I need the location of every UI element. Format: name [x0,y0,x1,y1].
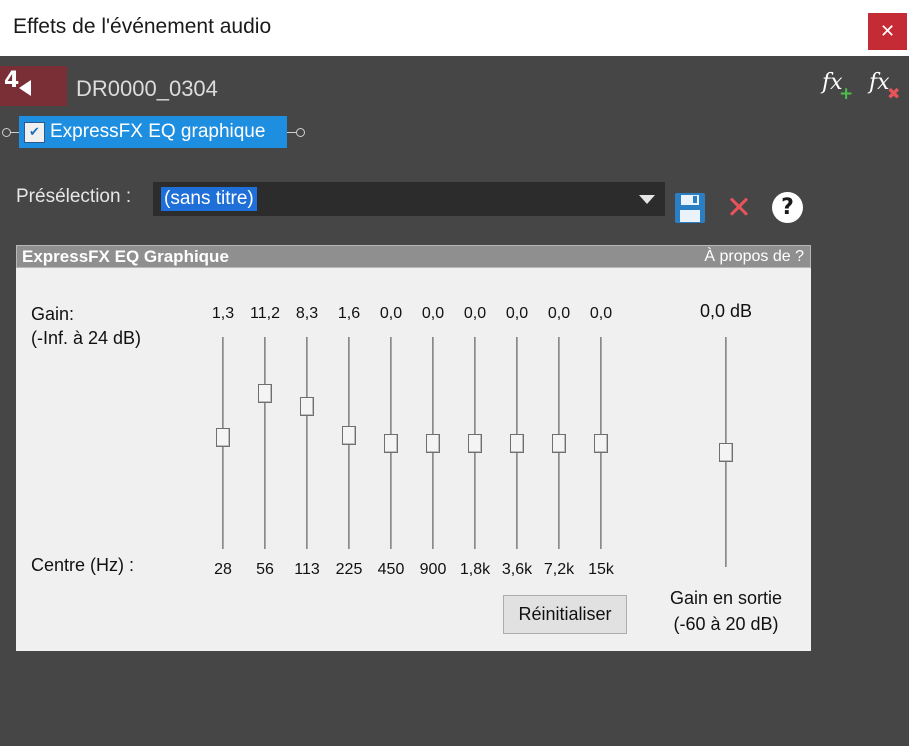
add-fx-button[interactable]: fx + [822,70,854,104]
plugin-label: ExpressFX EQ graphique [50,121,266,142]
plugin-chain: ✔ ExpressFX EQ graphique [0,116,909,150]
speaker-icon [19,80,31,96]
chain-line [287,132,296,133]
event-name: DR0000_0304 [76,76,218,101]
eq-band: 0,0 3,6k [495,305,539,585]
window-title: Effets de l'événement audio [13,15,272,38]
event-header: 4 DR0000_0304 fx + fx ✖ [0,66,909,110]
output-gain-slider-thumb[interactable] [719,442,733,462]
event-number-glyph: 4 [4,68,20,93]
chevron-down-icon [639,195,655,204]
floppy-disk-icon [675,193,705,223]
output-gain-label-line1: Gain en sortie [669,588,783,608]
band-slider-thumb[interactable] [594,433,608,453]
reset-button[interactable]: Réinitialiser [503,595,627,634]
audio-event-icon[interactable]: 4 [0,66,67,106]
band-slider-thumb[interactable] [510,433,524,453]
band-gain-value: 8,3 [295,305,319,322]
help-icon: ? [772,192,803,223]
title-bar: Effets de l'événement audio ✕ [0,0,909,56]
band-gain-value: 0,0 [421,305,445,322]
band-slider-thumb[interactable] [552,433,566,453]
close-button[interactable]: ✕ [868,13,907,50]
band-frequency-label: 15k [588,561,614,578]
band-slider-thumb[interactable] [342,426,356,446]
band-gain-value: 1,6 [337,305,361,322]
save-preset-button[interactable] [673,191,707,225]
panel-header: ExpressFX EQ Graphique À propos de ? [16,245,811,268]
band-gain-value: 0,0 [589,305,613,322]
eq-panel: ExpressFX EQ Graphique À propos de ? Gai… [16,245,811,651]
band-gain-value: 0,0 [505,305,529,322]
delete-x-icon: ✕ [726,190,752,226]
gain-label-line2: (-Inf. à 24 dB) [31,328,142,348]
output-gain-value: 0,0 dB [699,301,753,321]
panel-title: ExpressFX EQ Graphique [22,247,229,266]
output-gain-label-line2: (-60 à 20 dB) [673,614,779,634]
band-gain-value: 11,2 [250,305,280,322]
band-slider-thumb[interactable] [468,433,482,453]
eq-band: 0,0 900 [411,305,455,585]
band-gain-value: 0,0 [463,305,487,322]
eq-band: 8,3 113 [285,305,329,585]
about-link[interactable]: À propos de ? [704,248,804,266]
band-slider-thumb[interactable] [426,433,440,453]
eq-band: 0,0 1,8k [453,305,497,585]
eq-band: 1,3 28 [201,305,245,585]
eq-band: 0,0 450 [369,305,413,585]
remove-x-icon: ✖ [887,84,901,103]
band-gain-value: 1,3 [211,305,235,322]
gain-label: Gain: (-Inf. à 24 dB) [31,302,141,350]
plus-icon: + [839,84,854,104]
chain-start-node-icon [2,128,11,137]
eq-band: 0,0 7,2k [537,305,581,585]
chain-end-node-icon [296,128,305,137]
help-button[interactable]: ? [771,191,805,225]
band-slider-track[interactable] [264,337,266,549]
eq-band: 0,0 15k [579,305,623,585]
delete-preset-button[interactable]: ✕ [722,191,756,225]
band-slider-track[interactable] [306,337,308,549]
preset-dropdown[interactable]: (sans titre) [153,182,665,216]
band-slider-thumb[interactable] [300,396,314,416]
eq-band: 11,2 56 [243,305,287,585]
chain-line [11,132,19,133]
preset-label: Présélection : [16,186,132,207]
band-slider-thumb[interactable] [216,427,230,447]
center-frequency-label: Centre (Hz) : [31,555,135,575]
band-slider-thumb[interactable] [384,433,398,453]
band-gain-value: 0,0 [379,305,403,322]
plugin-chip-expressfx-eq[interactable]: ✔ ExpressFX EQ graphique [19,116,287,148]
band-gain-value: 0,0 [547,305,571,322]
band-slider-thumb[interactable] [258,384,272,404]
preset-value: (sans titre) [161,187,257,211]
gain-label-line1: Gain: [31,304,75,324]
output-gain-label: Gain en sortie (-60 à 20 dB) [646,585,806,637]
remove-fx-button[interactable]: fx ✖ [869,70,901,103]
plugin-enable-checkbox[interactable]: ✔ [24,122,45,143]
eq-band: 1,6 225 [327,305,371,585]
